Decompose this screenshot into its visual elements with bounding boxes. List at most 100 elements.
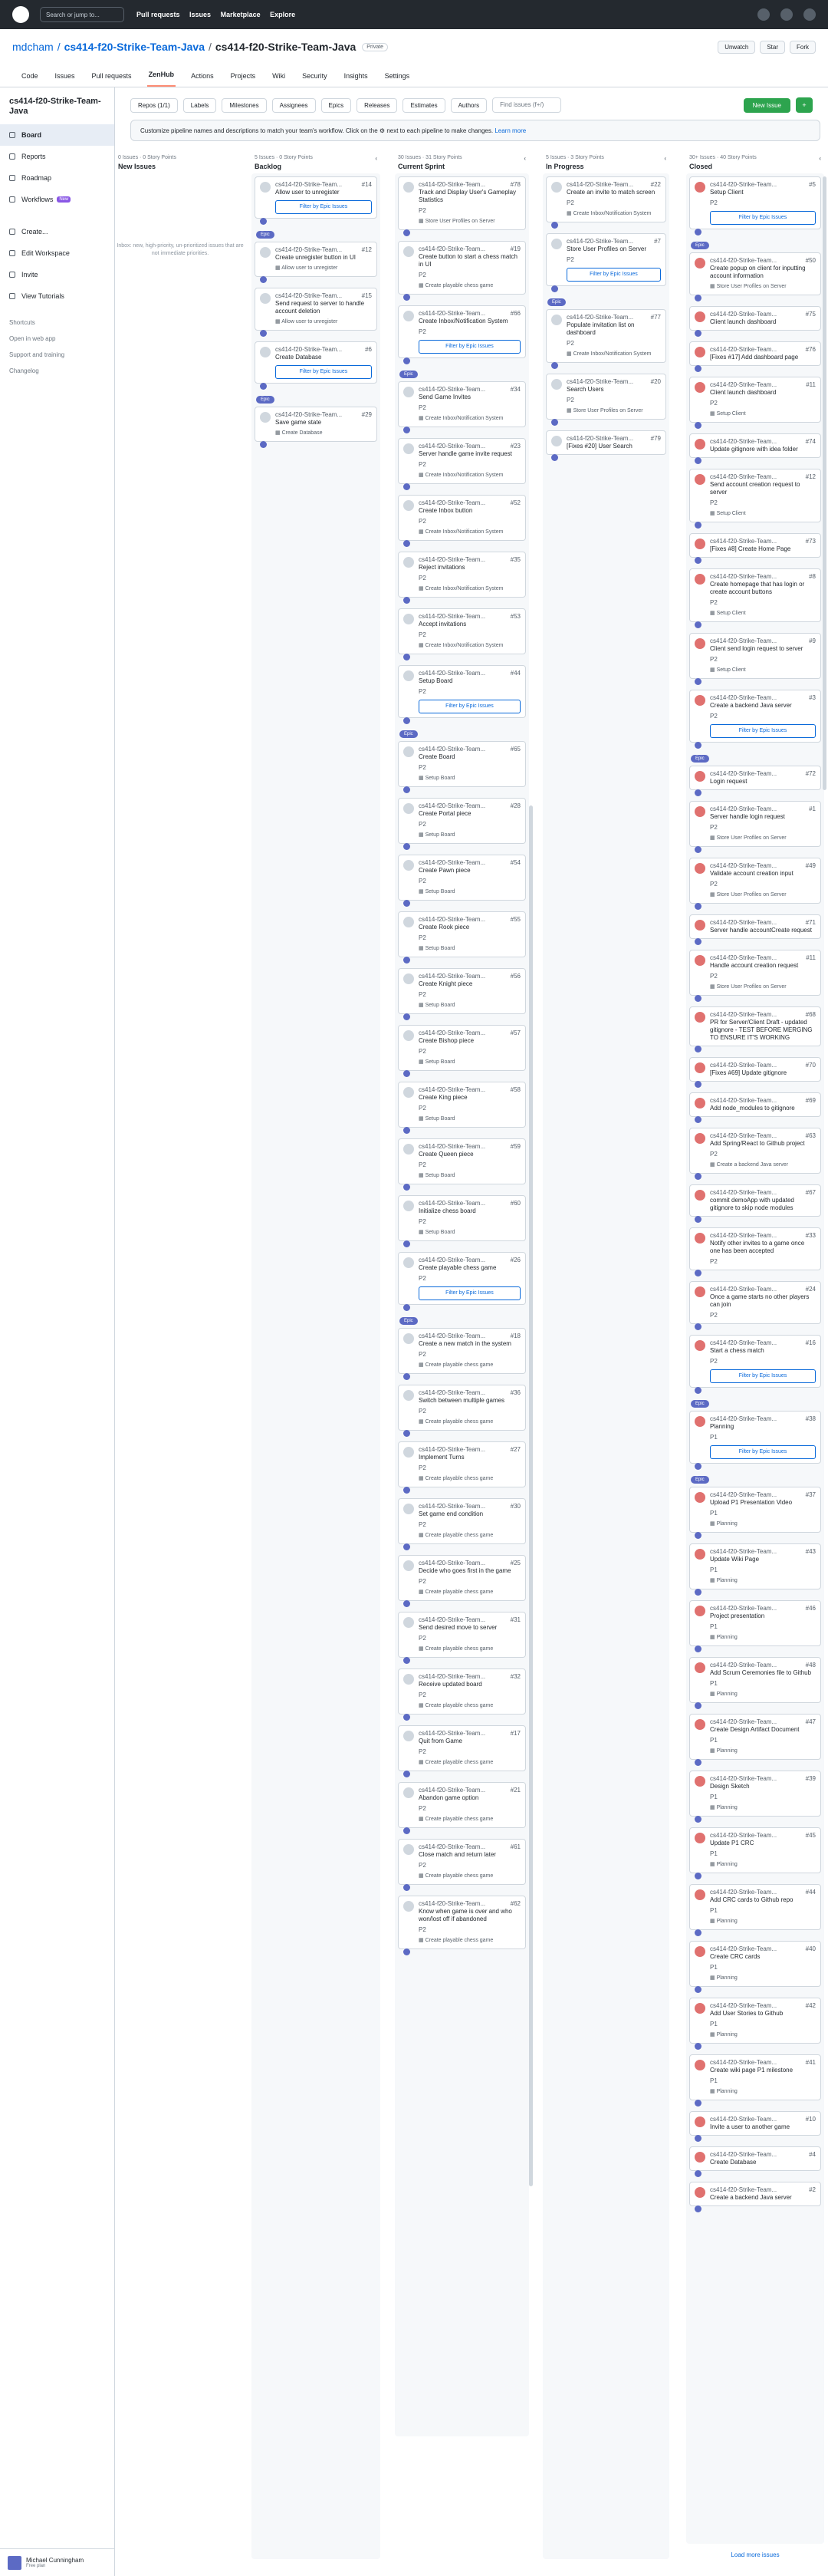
issue-card[interactable]: #9 cs414-f20-Strike-Team... Client send lo… xyxy=(689,633,821,685)
sidebar-item-workflows[interactable]: Workflows New xyxy=(0,189,114,210)
epics-filter[interactable]: Epics xyxy=(320,97,352,113)
filter-by-epic-button[interactable]: Filter by Epic Issues xyxy=(419,340,521,354)
tab-zenhub[interactable]: ZenHub xyxy=(146,71,176,87)
milestones-filter[interactable]: Milestones xyxy=(222,97,267,113)
collapse-icon[interactable]: ‹ xyxy=(375,155,377,162)
issue-card[interactable]: #11 cs414-f20-Strike-Team... Handle accoun… xyxy=(689,950,821,1002)
sidebar-invite[interactable]: Invite xyxy=(0,264,114,285)
issue-card[interactable]: #20 cs414-f20-Strike-Team... Search Users P… xyxy=(546,374,666,426)
issue-card[interactable]: #42 cs414-f20-Strike-Team... Add User Stor… xyxy=(689,1998,821,2050)
tab-settings[interactable]: Settings xyxy=(383,72,412,87)
issue-card[interactable]: #67 cs414-f20-Strike-Team... commit demoAp… xyxy=(689,1184,821,1223)
releases-filter[interactable]: Releases xyxy=(356,97,398,113)
issue-card[interactable]: #63 cs414-f20-Strike-Team... Add Spring/Re… xyxy=(689,1128,821,1180)
issue-card[interactable]: #17 cs414-f20-Strike-Team... Quit from Gam… xyxy=(398,1725,526,1777)
issue-card[interactable]: #29 cs414-f20-Strike-Team... Save game sta… xyxy=(255,407,377,448)
issue-card[interactable]: #35 cs414-f20-Strike-Team... Reject invita… xyxy=(398,552,526,604)
issue-card[interactable]: #16 cs414-f20-Strike-Team... Start a chess… xyxy=(689,1335,821,1394)
issue-card[interactable]: #56 cs414-f20-Strike-Team... Create Knight… xyxy=(398,968,526,1020)
issue-card[interactable]: #60 cs414-f20-Strike-Team... Initialize ch… xyxy=(398,1195,526,1247)
issue-card[interactable]: #38 cs414-f20-Strike-Team... Planning P1 Fil… xyxy=(689,1411,821,1470)
issue-card[interactable]: #4 cs414-f20-Strike-Team... Create Databas… xyxy=(689,2146,821,2177)
add-pipeline-button[interactable]: + xyxy=(796,97,813,113)
issue-card[interactable]: #75 cs414-f20-Strike-Team... Client launch… xyxy=(689,306,821,337)
issue-card[interactable]: #76 cs414-f20-Strike-Team... [Fixes #17] A… xyxy=(689,341,821,372)
issue-card[interactable]: #5 cs414-f20-Strike-Team... Setup Client P2… xyxy=(689,176,821,236)
sidebar-item-roadmap[interactable]: Roadmap xyxy=(0,167,114,189)
issue-card[interactable]: #7 cs414-f20-Strike-Team... Store User Pro… xyxy=(546,233,666,292)
sidebar-open-web-app[interactable]: Open in web app xyxy=(0,331,114,347)
issue-card[interactable]: #46 cs414-f20-Strike-Team... Project prese… xyxy=(689,1600,821,1652)
sidebar-tutorials[interactable]: View Tutorials xyxy=(0,285,114,307)
assignees-filter[interactable]: Assignees xyxy=(271,97,316,113)
filter-by-epic-button[interactable]: Filter by Epic Issues xyxy=(567,268,661,282)
closed-scrollbar[interactable] xyxy=(823,176,826,790)
issue-card[interactable]: #54 cs414-f20-Strike-Team... Create Pawn p… xyxy=(398,855,526,907)
issue-card[interactable]: #22 cs414-f20-Strike-Team... Create an inv… xyxy=(546,176,666,229)
tab-insights[interactable]: Insights xyxy=(343,72,370,87)
issue-card[interactable]: #45 cs414-f20-Strike-Team... Update P1 CRC… xyxy=(689,1827,821,1879)
filter-by-epic-button[interactable]: Filter by Epic Issues xyxy=(419,1286,521,1300)
issue-card[interactable]: #57 cs414-f20-Strike-Team... Create Bishop… xyxy=(398,1025,526,1077)
search-input[interactable]: Search or jump to... xyxy=(40,7,124,22)
filter-by-epic-button[interactable]: Filter by Epic Issues xyxy=(275,365,372,379)
issue-card[interactable]: #78 cs414-f20-Strike-Team... Track and Dis… xyxy=(398,176,526,236)
issue-card[interactable]: #26 cs414-f20-Strike-Team... Create playab… xyxy=(398,1252,526,1311)
nav-issues[interactable]: Issues xyxy=(189,11,211,18)
issue-card[interactable]: #27 cs414-f20-Strike-Team... Implement Tur… xyxy=(398,1441,526,1494)
plus-icon[interactable] xyxy=(780,8,793,21)
issue-card[interactable]: #68 cs414-f20-Strike-Team... PR for Server… xyxy=(689,1006,821,1052)
issue-card[interactable]: #69 cs414-f20-Strike-Team... Add node_modu… xyxy=(689,1092,821,1123)
issue-card[interactable]: #10 cs414-f20-Strike-Team... Invite a user… xyxy=(689,2111,821,2142)
issue-card[interactable]: #1 cs414-f20-Strike-Team... Server handle … xyxy=(689,801,821,853)
filter-by-epic-button[interactable]: Filter by Epic Issues xyxy=(419,700,521,713)
issue-card[interactable]: #11 cs414-f20-Strike-Team... Client launch… xyxy=(689,377,821,429)
authors-filter[interactable]: Authors xyxy=(450,97,488,113)
github-logo-icon[interactable] xyxy=(12,6,29,23)
tab-pull-requests[interactable]: Pull requests xyxy=(90,72,133,87)
issue-card[interactable]: #74 cs414-f20-Strike-Team... Update gitign… xyxy=(689,433,821,464)
sidebar-create[interactable]: Create... xyxy=(0,221,114,242)
sidebar-item-board[interactable]: Board xyxy=(0,124,114,146)
unwatch-button[interactable]: Unwatch xyxy=(718,40,756,54)
issue-card[interactable]: #14 cs414-f20-Strike-Team... Allow user to… xyxy=(255,176,377,225)
issue-card[interactable]: #6 cs414-f20-Strike-Team... Create Databas… xyxy=(255,341,377,390)
fork-button[interactable]: Fork xyxy=(790,40,816,54)
issue-card[interactable]: #59 cs414-f20-Strike-Team... Create Queen … xyxy=(398,1138,526,1191)
issue-card[interactable]: #25 cs414-f20-Strike-Team... Decide who go… xyxy=(398,1555,526,1607)
issue-card[interactable]: #48 cs414-f20-Strike-Team... Add Scrum Cer… xyxy=(689,1657,821,1709)
nav-marketplace[interactable]: Marketplace xyxy=(221,11,261,18)
issue-card[interactable]: #33 cs414-f20-Strike-Team... Notify other … xyxy=(689,1227,821,1276)
issue-card[interactable]: #66 cs414-f20-Strike-Team... Create Inbox/… xyxy=(398,305,526,364)
issue-card[interactable]: #70 cs414-f20-Strike-Team... [Fixes #69] U… xyxy=(689,1057,821,1088)
tab-actions[interactable]: Actions xyxy=(189,72,215,87)
issue-card[interactable]: #79 cs414-f20-Strike-Team... [Fixes #20] U… xyxy=(546,430,666,461)
issue-card[interactable]: #23 cs414-f20-Strike-Team... Server handle… xyxy=(398,438,526,490)
nav-explore[interactable]: Explore xyxy=(270,11,295,18)
sprint-scrollbar[interactable] xyxy=(529,805,533,2186)
issue-card[interactable]: #8 cs414-f20-Strike-Team... Create homepag… xyxy=(689,568,821,628)
issue-card[interactable]: #37 cs414-f20-Strike-Team... Upload P1 Pre… xyxy=(689,1487,821,1539)
issue-card[interactable]: #47 cs414-f20-Strike-Team... Create Design… xyxy=(689,1714,821,1766)
issue-card[interactable]: #28 cs414-f20-Strike-Team... Create Portal… xyxy=(398,798,526,850)
tab-issues[interactable]: Issues xyxy=(54,72,77,87)
issue-card[interactable]: #72 cs414-f20-Strike-Team... Login request xyxy=(689,766,821,796)
issue-card[interactable]: #31 cs414-f20-Strike-Team... Send desired … xyxy=(398,1612,526,1664)
issue-card[interactable]: #24 cs414-f20-Strike-Team... Once a game s… xyxy=(689,1281,821,1330)
issue-card[interactable]: #65 cs414-f20-Strike-Team... Create Board P… xyxy=(398,741,526,793)
sidebar-item-reports[interactable]: Reports xyxy=(0,146,114,167)
issue-card[interactable]: #39 cs414-f20-Strike-Team... Design Sketch… xyxy=(689,1771,821,1823)
collapse-icon[interactable]: ‹ xyxy=(664,155,666,162)
issue-card[interactable]: #44 cs414-f20-Strike-Team... Setup Board P2… xyxy=(398,665,526,724)
repo-owner[interactable]: mdcham xyxy=(12,41,54,53)
repo-name[interactable]: cs414-f20-Strike-Team-Java xyxy=(64,41,205,53)
issue-card[interactable]: #44 cs414-f20-Strike-Team... Add CRC cards… xyxy=(689,1884,821,1936)
tab-projects[interactable]: Projects xyxy=(229,72,258,87)
issue-card[interactable]: #43 cs414-f20-Strike-Team... Update Wiki P… xyxy=(689,1543,821,1596)
issue-card[interactable]: #34 cs414-f20-Strike-Team... Send Game Inv… xyxy=(398,381,526,433)
collapse-icon[interactable]: ‹ xyxy=(524,155,526,162)
issue-card[interactable]: #2 cs414-f20-Strike-Team... Create a backe… xyxy=(689,2182,821,2212)
find-issues-input[interactable]: Find issues (f+/) xyxy=(492,97,562,113)
issue-card[interactable]: #36 cs414-f20-Strike-Team... Switch betwee… xyxy=(398,1385,526,1437)
notification-icon[interactable] xyxy=(757,8,770,21)
